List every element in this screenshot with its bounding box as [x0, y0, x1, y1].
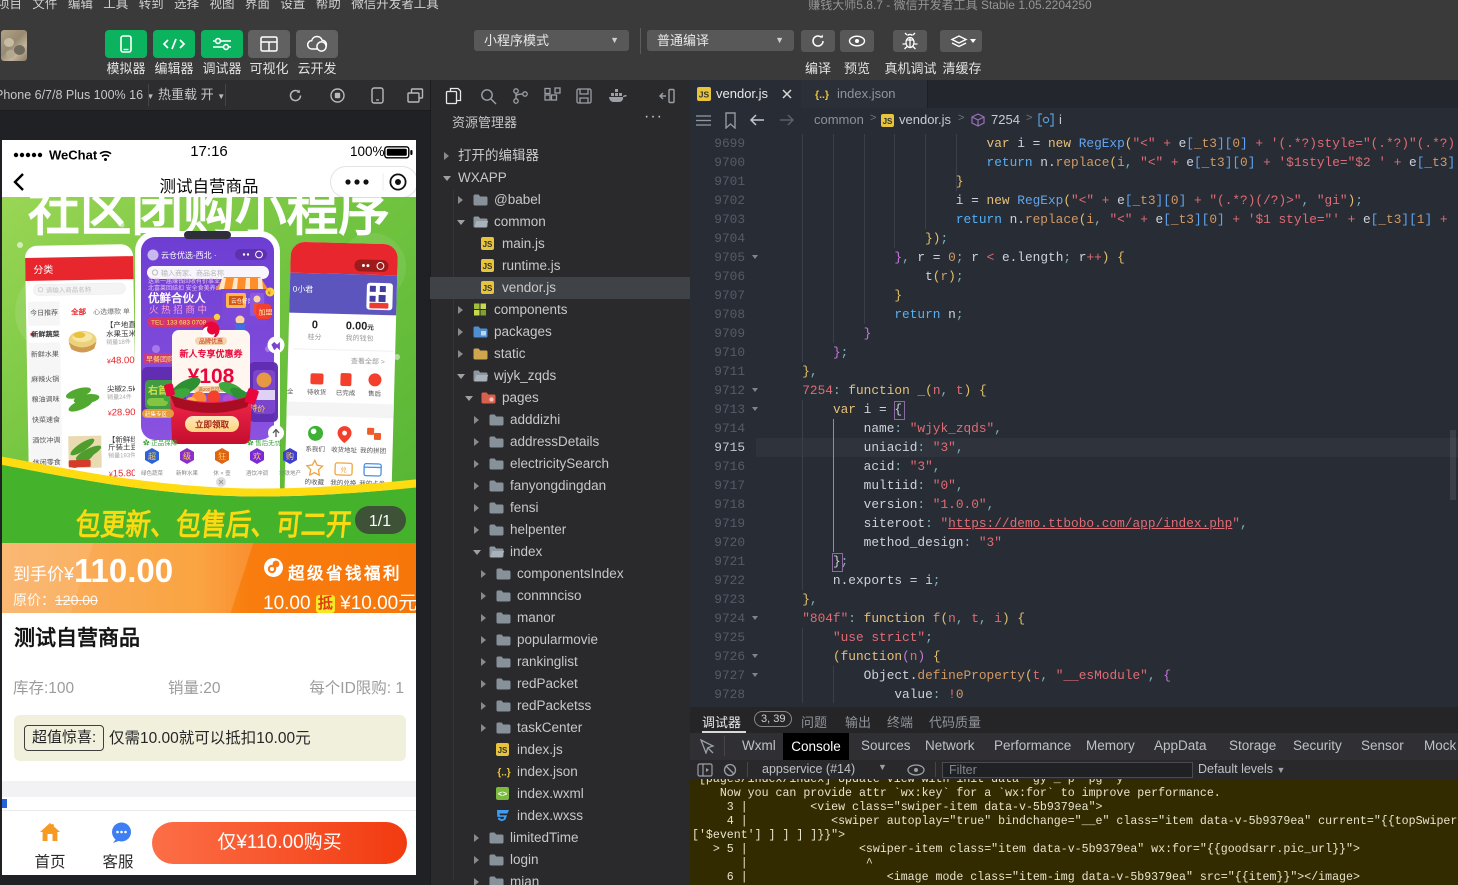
svg-text:售后: 售后 — [368, 389, 382, 398]
svg-text:欢: 欢 — [253, 451, 261, 461]
svg-text:尖椒2.5k: 尖椒2.5k — [107, 383, 137, 394]
svg-text:兑: 兑 — [340, 465, 347, 474]
svg-text:{..}: {..} — [497, 768, 510, 779]
svg-text:火 热 招 商 中: 火 热 招 商 中 — [149, 304, 207, 316]
svg-text:购: 购 — [286, 451, 294, 461]
svg-text:¥28.90: ¥28.90 — [108, 407, 136, 418]
svg-text:全: 全 — [287, 387, 294, 396]
svg-text:送第一届赚钱回收有价事业: 送第一届赚钱回收有价事业 — [148, 277, 220, 285]
svg-text:0小君: 0小君 — [293, 285, 314, 295]
svg-text:超: 超 — [148, 451, 156, 461]
svg-text:¥48.00: ¥48.00 — [107, 355, 135, 366]
svg-text:JS: JS — [699, 90, 710, 100]
svg-text:级: 级 — [183, 451, 191, 461]
svg-text:水果玉米: 水果玉米 — [106, 328, 137, 339]
svg-text:JS: JS — [483, 262, 493, 271]
svg-text:<>: <> — [498, 790, 508, 799]
svg-text:地铁地产: 地铁地产 — [279, 469, 302, 477]
svg-text:北富莱回结扣 安全食美养血: 北富莱回结扣 安全食美养血 — [148, 284, 222, 292]
svg-text:JS: JS — [483, 284, 493, 293]
svg-text:品牌优惠: 品牌优惠 — [199, 338, 223, 346]
svg-text:绿色蔬菜: 绿色蔬菜 — [141, 469, 164, 477]
svg-text:JS: JS — [498, 746, 508, 755]
svg-text:新鲜水果: 新鲜水果 — [176, 469, 199, 477]
svg-text:1/1: 1/1 — [369, 513, 391, 530]
svg-text:TEL: 133 683 0708: TEL: 133 683 0708 — [151, 320, 207, 327]
svg-text:JS: JS — [883, 117, 893, 126]
svg-text:分类: 分类 — [33, 263, 53, 276]
svg-text:云仓优选-西北 ·: 云仓优选-西北 · — [161, 250, 217, 260]
svg-text:输入商家、商品名称: 输入商家、商品名称 — [161, 269, 224, 278]
svg-text:立即领取: 立即领取 — [195, 420, 230, 430]
svg-text:✿ 正品保障: ✿ 正品保障 — [143, 438, 178, 447]
svg-text:加盟: 加盟 — [259, 308, 273, 317]
svg-text:酒饮冲调: 酒饮冲调 — [246, 469, 269, 477]
svg-text:{..}: {..} — [815, 89, 829, 101]
svg-text:狂: 狂 — [218, 451, 226, 461]
svg-text:【产地直: 【产地直 — [106, 319, 137, 330]
svg-text:0: 0 — [312, 319, 318, 331]
svg-text:赶集专区: 赶集专区 — [145, 410, 168, 418]
svg-text:WeChat: WeChat — [49, 148, 98, 163]
svg-text:新人专享优惠券: 新人专享优惠券 — [179, 348, 243, 359]
svg-text:桂分: 桂分 — [307, 332, 321, 341]
svg-text:包更新、包售后、可二开: 包更新、包售后、可二开 — [74, 508, 354, 542]
svg-text:休 × 壹: 休 × 壹 — [213, 469, 231, 477]
svg-text:斤装土豆: 斤装土豆 — [108, 442, 139, 453]
svg-text:全部: 全部 — [70, 306, 87, 316]
svg-text:优鲜合伙人: 优鲜合伙人 — [148, 291, 206, 305]
svg-text:JS: JS — [483, 240, 493, 249]
